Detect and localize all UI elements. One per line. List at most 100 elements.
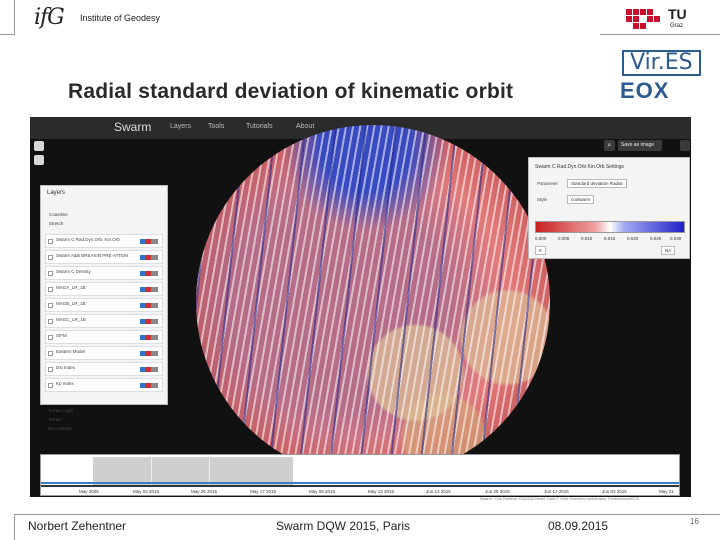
timeline-label: Jun 03 2015 <box>602 489 627 494</box>
institute-name: Institute of Geodesy <box>80 13 161 23</box>
base-layer-option[interactable]: Stretch <box>49 221 63 226</box>
basemap-radio[interactable]: Blue Marble <box>48 426 72 431</box>
tu-logo-text: TU <box>668 6 687 22</box>
layer-checkbox[interactable] <box>48 287 53 292</box>
footer-divider <box>14 514 720 515</box>
parameter-select[interactable]: Standard deviation Radial <box>567 179 627 188</box>
tu-logo-sub: Graz <box>670 23 684 29</box>
style-select[interactable]: coolwarm <box>567 195 595 204</box>
timeline-data-line <box>41 482 679 484</box>
timeline-label: May 25 2015 <box>191 489 218 494</box>
layer-checkbox[interactable] <box>48 255 53 260</box>
nav-tools[interactable]: Tools <box>208 123 224 130</box>
save-image-button[interactable]: Save as image <box>618 140 662 151</box>
settings-title: Swarm C Rad.Dyn.Orb Kin.Orb Settings <box>535 164 624 170</box>
layer-checkbox[interactable] <box>48 303 53 308</box>
timeline-divider <box>209 457 210 485</box>
nav-layers[interactable]: Layers <box>170 123 191 130</box>
timeline-label: May 08 2015 <box>309 489 336 494</box>
layers-panel: Layers Coastline Stretch Swarm C Rad.Dyn… <box>40 185 168 405</box>
app-brand[interactable]: Swarm <box>114 120 151 134</box>
ifg-logo: ifG <box>34 5 65 30</box>
page-number: 16 <box>690 517 699 526</box>
vires-app: Swarm Layers Tools Tutorials About ⌕ Sav… <box>30 117 691 497</box>
vires-logo: Vir.ES <box>622 50 701 76</box>
colorbar-tick: 0.000 <box>535 236 547 241</box>
footer-date: 08.09.2015 <box>548 519 609 533</box>
layer-checkbox[interactable] <box>48 271 53 276</box>
layer-swatch <box>140 239 158 244</box>
layer-swatch <box>140 383 158 388</box>
style-label: Style <box>537 197 548 202</box>
colorbar-tick: 0.025 <box>650 236 662 241</box>
timeline-label: May 03 2015 <box>133 489 160 494</box>
timeline-axis <box>41 485 679 487</box>
colorbar-tick: 0.030 <box>670 236 682 241</box>
base-layer-option[interactable]: Coastline <box>49 212 68 217</box>
colorbar-tick: 0.005 <box>558 236 570 241</box>
header-divider <box>0 34 14 35</box>
header-divider <box>600 34 720 35</box>
layer-swatch <box>140 319 158 324</box>
eox-logo: EOX <box>620 78 670 103</box>
view-button[interactable] <box>34 155 44 165</box>
layer-swatch <box>140 287 158 292</box>
header-divider <box>14 0 15 35</box>
timeline-label: May 2005 <box>79 489 99 494</box>
layer-checkbox[interactable] <box>48 319 53 324</box>
layer-item[interactable]: Swarm A&B BREAKIN PRE-ATTEM <box>45 250 163 264</box>
layer-item[interactable]: MAGA_LR_1B <box>45 282 163 296</box>
basemap-radio[interactable]: Terrain Light <box>48 408 73 413</box>
zoom-button[interactable] <box>34 141 44 151</box>
menu-icon[interactable] <box>680 140 690 151</box>
layer-swatch <box>140 255 158 260</box>
layer-item[interactable]: Dst Index <box>45 362 163 376</box>
layer-item[interactable]: MAGC_LR_1B <box>45 314 163 328</box>
layer-checkbox[interactable] <box>48 367 53 372</box>
timeline-divider <box>151 457 152 485</box>
parameter-label: Parameter <box>537 181 559 186</box>
footer-author: Norbert Zehentner <box>28 519 127 533</box>
slide-title: Radial standard deviation of kinematic o… <box>68 80 514 103</box>
layer-swatch <box>140 303 158 308</box>
colorbar <box>535 221 685 233</box>
layer-settings-panel: Swarm C Rad.Dyn.Orb Kin.Orb Settings Par… <box>528 157 690 259</box>
footer-event: Swarm DQW 2015, Paris <box>276 519 411 533</box>
timeline-selection[interactable] <box>93 457 293 485</box>
colorbar-tick: 0.020 <box>627 236 639 241</box>
timeline-label: Jun 13 2015 <box>426 489 451 494</box>
timeline-label: May 17 2015 <box>250 489 277 494</box>
layer-swatch <box>140 351 158 356</box>
timeline-label: Jun 25 2015 <box>485 489 510 494</box>
colorbar-tick: 0.015 <box>604 236 616 241</box>
map-controls <box>34 141 44 169</box>
layer-swatch <box>140 367 158 372</box>
layer-item[interactable]: Swarm C Rad.Dyn.Orb. Kin.Orb <box>45 234 163 248</box>
map-credits: Swarm · Dos Retrieve: ESA/GA Planet. Dat… <box>480 497 640 501</box>
layer-item[interactable]: Eastern Model <box>45 346 163 360</box>
timeline-label: May 21 <box>659 489 674 494</box>
nav-about[interactable]: About <box>296 123 314 130</box>
colorbar-tick: 0.010 <box>581 236 593 241</box>
timeline[interactable]: May 2005 May 03 2015 May 25 2015 May 17 … <box>40 454 680 496</box>
search-icon[interactable]: ⌕ <box>604 140 615 151</box>
layers-title: Layers <box>47 190 66 196</box>
range-min-input[interactable]: 0 <box>535 246 546 255</box>
timeline-label: Jun 17 2015 <box>544 489 569 494</box>
globe-view[interactable] <box>196 125 550 479</box>
layer-item[interactable]: Swarm C Density <box>45 266 163 280</box>
layer-item[interactable]: SIFM <box>45 330 163 344</box>
layer-checkbox[interactable] <box>48 351 53 356</box>
timeline-label: May 13 2015 <box>368 489 395 494</box>
layer-checkbox[interactable] <box>48 335 53 340</box>
layer-item[interactable]: MAGB_LR_1B <box>45 298 163 312</box>
layer-checkbox[interactable] <box>48 239 53 244</box>
layer-swatch <box>140 335 158 340</box>
range-max-input[interactable]: NA <box>661 246 676 255</box>
layer-checkbox[interactable] <box>48 383 53 388</box>
basemap-radio[interactable]: Terrain <box>48 417 62 422</box>
layer-swatch <box>140 271 158 276</box>
footer-divider <box>14 514 15 540</box>
layer-item[interactable]: Kp Index <box>45 378 163 392</box>
nav-tutorials[interactable]: Tutorials <box>246 123 273 130</box>
